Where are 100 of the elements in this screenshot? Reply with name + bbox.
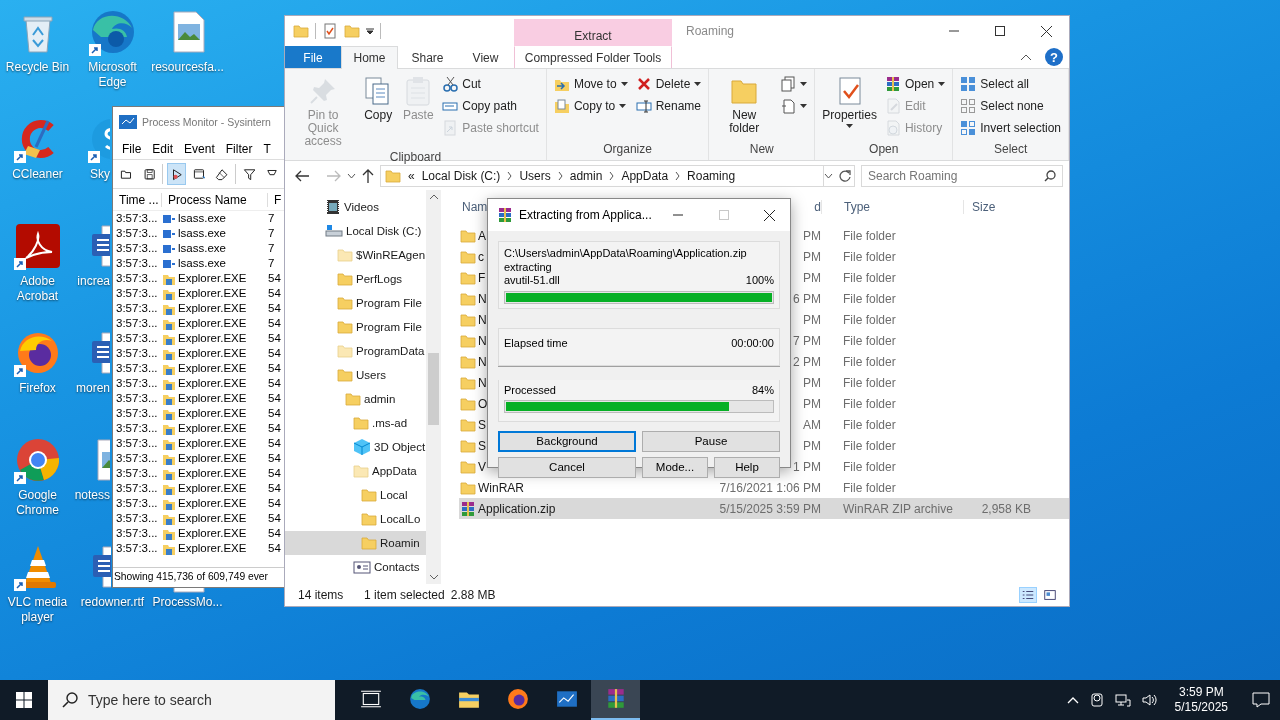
table-cell-text: 3:57:3... (115, 316, 159, 331)
table-cell: Explorer.EXE (178, 466, 247, 481)
file-type: File folder (842, 312, 897, 327)
table-cell-text: 7 (268, 226, 276, 241)
table-cell-text: 54 (268, 316, 282, 331)
file-name: V (478, 459, 486, 474)
icon-label: Recycle Bin (5, 60, 70, 75)
archive-path: C:\Users\admin\AppData\Roaming\Application.zip (504, 247, 748, 261)
table-cell: Explorer.EXE (178, 271, 247, 286)
icon-label: Google Chrome (15, 488, 60, 518)
file-name: WinRAR (478, 480, 524, 495)
field-value: 00:00:00 (731, 336, 774, 350)
file-name: A (478, 228, 486, 243)
table-cell: Explorer.EXE (178, 286, 247, 301)
field-label: Elapsed time (504, 336, 568, 350)
file-name: N (478, 354, 487, 369)
table-cell-text: 54 (268, 346, 282, 361)
table-cell-text: 54 (268, 301, 282, 316)
group-label: Open (868, 142, 900, 158)
percent-text: 100% (745, 274, 774, 288)
icon-label: CCleaner (12, 167, 63, 182)
file-type: File folder (842, 291, 897, 306)
status-text: Showing 415,736 of 609,749 ever (114, 571, 268, 582)
table-cell-text: 54 (268, 451, 282, 466)
table-cell: Explorer.EXE (178, 301, 247, 316)
table-cell: lsass.exe (178, 241, 226, 256)
file-date: 6 PM (793, 291, 821, 306)
table-cell: Explorer.EXE (178, 481, 247, 496)
file-type: File folder (842, 249, 897, 264)
file-name: F (478, 270, 486, 285)
icon-label: notess (74, 488, 110, 503)
field-label: Processed (504, 383, 556, 397)
table-cell-text: 7 (268, 211, 276, 226)
table-cell-text: 54 (268, 421, 282, 436)
file-date: PM (803, 396, 821, 411)
table-cell-text: 7 (268, 241, 276, 256)
table-cell-text: 3:57:3... (115, 421, 159, 436)
group-label: Clipboard (388, 150, 443, 164)
table-cell-text: 54 (268, 511, 282, 526)
file-type: File folder (842, 228, 897, 243)
table-cell-text: 54 (268, 361, 282, 376)
table-cell: Explorer.EXE (178, 346, 247, 361)
table-cell-text: 54 (268, 541, 282, 556)
file-name: S (478, 438, 486, 453)
file-name: N (478, 312, 487, 327)
file-type: File folder (842, 354, 897, 369)
table-cell-text: 54 (268, 406, 282, 421)
table-cell-text: 54 (268, 481, 282, 496)
file-date: PM (803, 270, 821, 285)
file-date: 2 PM (793, 354, 821, 369)
file-date: PM (803, 249, 821, 264)
file-type: File folder (842, 417, 897, 432)
group-label: Select (992, 142, 1029, 158)
file-name: N (478, 291, 487, 306)
file-name: Application.zip (478, 501, 556, 516)
icon-label: increa (77, 274, 110, 289)
group-label: New (748, 142, 775, 158)
file-date: PM (803, 438, 821, 453)
table-cell: Explorer.EXE (178, 511, 247, 526)
table-cell-text: 3:57:3... (115, 451, 159, 466)
dialog-title: Extracting from Applica... (519, 208, 652, 222)
file-name: N (478, 333, 487, 348)
table-cell: Explorer.EXE (178, 541, 247, 556)
table-cell-text: 3:57:3... (115, 241, 159, 256)
file-type: WinRAR ZIP archive (842, 501, 954, 516)
file-date: PM (803, 312, 821, 327)
group-label: Organize (602, 142, 653, 158)
table-cell: lsass.exe (178, 256, 226, 271)
file-name: avutil-51.dll (504, 274, 560, 288)
table-cell-text: 3:57:3... (115, 376, 159, 391)
icon-label: Sky (90, 167, 110, 182)
table-cell-text: 54 (268, 271, 282, 286)
file-date: 5/15/2025 3:59 PM (719, 501, 821, 516)
table-cell-text: 54 (268, 526, 282, 541)
file-name: c (478, 249, 484, 264)
file-date: 7/16/2021 1:06 PM (719, 480, 821, 495)
percent-text: 84% (751, 383, 774, 397)
icon-label: Firefox (19, 381, 56, 396)
table-cell: Explorer.EXE (178, 436, 247, 451)
table-cell: Explorer.EXE (178, 421, 247, 436)
table-cell: lsass.exe (178, 211, 226, 226)
table-cell: Explorer.EXE (178, 451, 247, 466)
table-cell-text: 3:57:3... (115, 406, 159, 421)
file-type: File folder (842, 396, 897, 411)
table-cell-text: 7 (268, 256, 276, 271)
file-name: O (478, 396, 488, 411)
file-type: File folder (842, 459, 897, 474)
table-cell: Explorer.EXE (178, 331, 247, 346)
table-cell-text: 3:57:3... (115, 391, 159, 406)
file-date: PM (803, 375, 821, 390)
file-date: 7 PM (793, 333, 821, 348)
icon-label: moren (76, 381, 110, 396)
table-cell-text: 3:57:3... (115, 541, 159, 556)
table-cell-text: 54 (268, 376, 282, 391)
icon-label: Microsoft Edge (87, 60, 138, 90)
table-cell-text: 3:57:3... (115, 496, 159, 511)
file-size: 2,958 KB (980, 501, 1031, 516)
table-cell: Explorer.EXE (178, 391, 247, 406)
file-name: S (478, 417, 486, 432)
file-type: File folder (842, 480, 897, 495)
